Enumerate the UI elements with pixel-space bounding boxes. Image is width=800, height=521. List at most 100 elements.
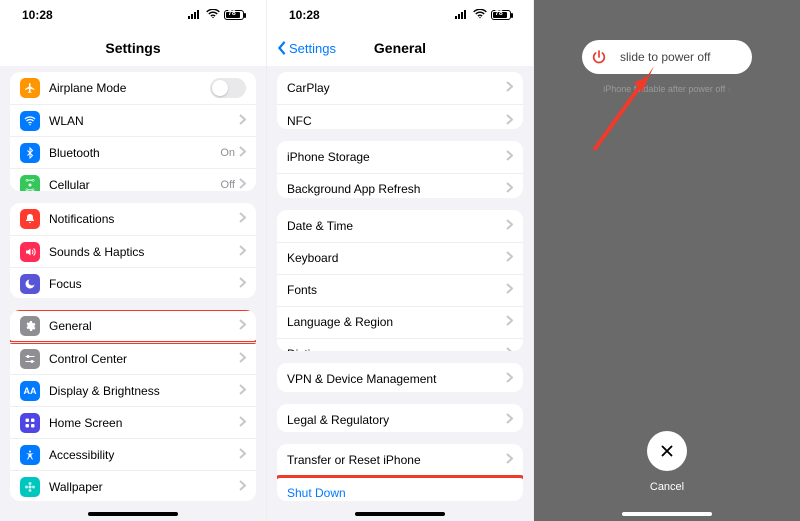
chevron-right-icon	[239, 277, 246, 291]
row-label: Background App Refresh	[287, 182, 506, 196]
wifi-icon	[20, 111, 40, 131]
status-time: 10:28	[22, 8, 53, 22]
power-off-slider[interactable]: slide to power off	[582, 40, 752, 74]
general-row-keyboard[interactable]: Keyboard	[277, 242, 523, 274]
wifi-icon	[473, 8, 487, 22]
moon-icon	[20, 274, 40, 294]
grid-icon	[20, 413, 40, 433]
chevron-right-icon	[506, 372, 513, 386]
toggle[interactable]	[210, 78, 246, 98]
signal-icon	[455, 8, 469, 22]
general-row-vpn-device-management[interactable]: VPN & Device Management	[277, 363, 523, 391]
row-label: iPhone Storage	[287, 150, 506, 164]
settings-row-control-center[interactable]: Control Center	[10, 342, 256, 374]
nav-bar: Settings	[0, 30, 266, 66]
chevron-right-icon	[506, 81, 513, 95]
accessibility-icon	[20, 445, 40, 465]
general-list[interactable]: CarPlay NFC iPhone Storage Background App R…	[267, 66, 533, 521]
general-row-nfc[interactable]: NFC	[277, 104, 523, 129]
settings-row-notifications[interactable]: Notifications	[10, 203, 256, 235]
aA-icon: AA	[20, 381, 40, 401]
row-label: VPN & Device Management	[287, 372, 506, 386]
home-indicator[interactable]	[622, 512, 712, 516]
status-bar: 10:28 78	[267, 0, 533, 30]
chevron-right-icon	[506, 219, 513, 233]
general-row-shut-down[interactable]: Shut Down	[277, 476, 523, 501]
settings-row-display-brightness[interactable]: AA Display & Brightness	[10, 374, 256, 406]
findable-caption: iPhone findable after power off ›	[603, 84, 730, 94]
flower-icon	[20, 477, 40, 497]
settings-row-wlan[interactable]: WLAN	[10, 104, 256, 136]
cancel-label: Cancel	[650, 481, 684, 493]
speaker-icon	[20, 242, 40, 262]
settings-row-cellular[interactable]: CellularOff	[10, 168, 256, 191]
home-indicator[interactable]	[355, 512, 445, 516]
row-label: Sounds & Haptics	[49, 245, 239, 259]
chevron-right-icon	[239, 480, 246, 494]
chevron-right-icon	[239, 319, 246, 333]
general-screen: 10:28 78 Settings General CarPlay NFC iPho…	[266, 0, 533, 521]
chevron-right-icon	[239, 146, 246, 160]
settings-row-home-screen[interactable]: Home Screen	[10, 406, 256, 438]
cancel-button[interactable]	[647, 431, 687, 471]
row-label: General	[49, 319, 239, 333]
battery-icon: 78	[491, 10, 511, 20]
settings-row-focus[interactable]: Focus	[10, 267, 256, 298]
slide-label: slide to power off	[620, 50, 711, 64]
annotation-arrow	[584, 60, 664, 160]
row-value: Off	[221, 179, 235, 191]
status-right: 78	[455, 8, 511, 22]
power-off-screen: slide to power off iPhone findable after…	[533, 0, 800, 521]
status-time: 10:28	[289, 8, 320, 22]
chevron-right-icon	[506, 114, 513, 128]
row-label: Home Screen	[49, 416, 239, 430]
settings-list[interactable]: Airplane ModeWLANBluetoothOnCellularOffP…	[0, 66, 266, 521]
general-row-transfer-or-reset-iphone[interactable]: Transfer or Reset iPhone	[277, 444, 523, 476]
settings-row-accessibility[interactable]: Accessibility	[10, 438, 256, 470]
chevron-right-icon	[506, 413, 513, 427]
general-row-fonts[interactable]: Fonts	[277, 274, 523, 306]
settings-row-sounds-haptics[interactable]: Sounds & Haptics	[10, 235, 256, 267]
status-right: 78	[188, 8, 244, 22]
row-label: Display & Brightness	[49, 384, 239, 398]
switches-icon	[20, 349, 40, 369]
row-label: Dictionary	[287, 347, 506, 351]
chevron-right-icon	[506, 315, 513, 329]
nav-bar: Settings General	[267, 30, 533, 66]
general-row-dictionary[interactable]: Dictionary	[277, 338, 523, 352]
home-indicator[interactable]	[88, 512, 178, 516]
row-label: Accessibility	[49, 448, 239, 462]
bluetooth-icon	[20, 143, 40, 163]
settings-row-airplane-mode[interactable]: Airplane Mode	[10, 72, 256, 104]
row-label: Transfer or Reset iPhone	[287, 453, 506, 467]
general-row-iphone-storage[interactable]: iPhone Storage	[277, 141, 523, 173]
row-label: Fonts	[287, 283, 506, 297]
back-button[interactable]: Settings	[275, 41, 336, 56]
general-row-date-time[interactable]: Date & Time	[277, 210, 523, 242]
chevron-right-icon	[239, 245, 246, 259]
settings-row-wallpaper[interactable]: Wallpaper	[10, 470, 256, 501]
nav-title: General	[374, 40, 426, 56]
row-label: WLAN	[49, 114, 235, 128]
general-row-language-region[interactable]: Language & Region	[277, 306, 523, 338]
general-row-carplay[interactable]: CarPlay	[277, 72, 523, 104]
chevron-right-icon	[506, 150, 513, 164]
signal-icon	[188, 8, 202, 22]
chevron-right-icon	[506, 182, 513, 196]
settings-row-general[interactable]: General	[10, 310, 256, 342]
row-label: Cellular	[49, 178, 221, 192]
row-label: NFC	[287, 114, 506, 128]
general-row-background-app-refresh[interactable]: Background App Refresh	[277, 173, 523, 198]
row-label: Control Center	[49, 352, 239, 366]
general-row-legal-regulatory[interactable]: Legal & Regulatory	[277, 404, 523, 432]
row-label: Language & Region	[287, 315, 506, 329]
settings-row-bluetooth[interactable]: BluetoothOn	[10, 136, 256, 168]
power-icon[interactable]	[586, 44, 612, 70]
chevron-right-icon	[506, 251, 513, 265]
gear-icon	[20, 316, 40, 336]
row-label: Wallpaper	[49, 480, 239, 494]
chevron-right-icon	[506, 453, 513, 467]
chevron-right-icon	[239, 212, 246, 226]
nav-title: Settings	[105, 40, 160, 56]
chevron-right-icon	[239, 114, 246, 128]
